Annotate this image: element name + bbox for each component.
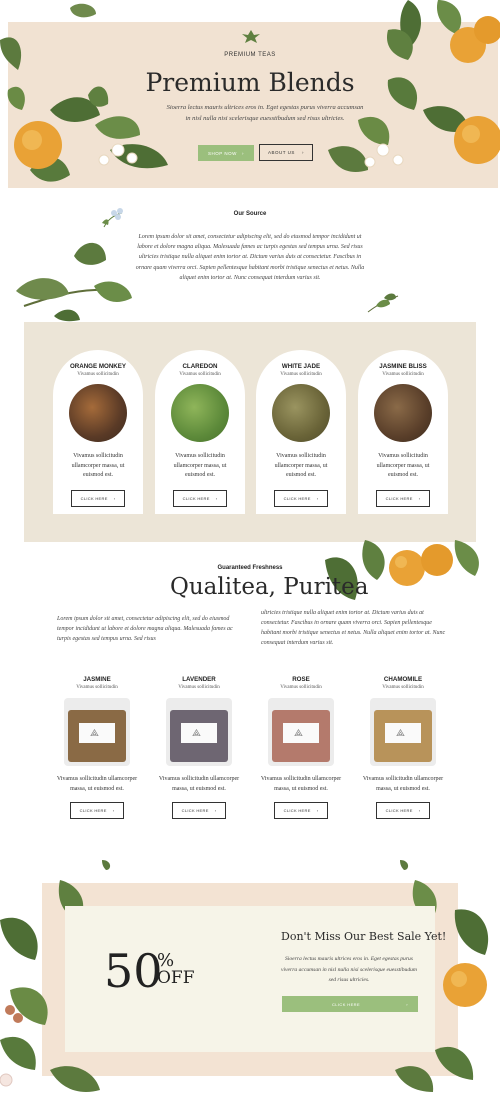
- arrow-right-icon: ›: [418, 495, 421, 501]
- product-click-here-label: CLICK HERE: [385, 808, 413, 813]
- product-click-here-label: CLICK HERE: [283, 808, 311, 813]
- arrow-right-icon: ›: [242, 150, 244, 156]
- tea-card: WHITE JADE Vivamus sollicitudin Vivamus …: [256, 350, 346, 514]
- shop-now-button[interactable]: SHOP NOW ›: [198, 145, 254, 161]
- small-flower-illustration: [102, 208, 123, 228]
- tea-click-here-label: CLICK HERE: [283, 495, 311, 501]
- product-card: ROSE Vivamus sollicitudin ⟁ Vivamus soll…: [256, 676, 346, 819]
- product-click-here-button[interactable]: CLICK HERE ›: [376, 802, 430, 819]
- arrow-right-icon: ›: [214, 808, 217, 813]
- product-card: JASMINE Vivamus sollicitudin ⟁ Vivamus s…: [52, 676, 142, 819]
- product-card: LAVENDER Vivamus sollicitudin ⟁ Vivamus …: [154, 676, 244, 819]
- arrow-right-icon: ›: [406, 1001, 408, 1007]
- sale-title: Don't Miss Our Best Sale Yet!: [281, 930, 447, 943]
- source-text: Lorem ipsum dolor sit amet, consectetur …: [135, 234, 365, 281]
- tea-image: [272, 384, 330, 442]
- shop-now-label: SHOP NOW: [208, 150, 237, 156]
- tea-subtitle: Vivamus sollicitudin: [382, 372, 424, 377]
- product-name: JASMINE: [83, 676, 111, 683]
- tea-bag-image: ⟁: [268, 698, 334, 766]
- tea-bag-image: ⟁: [64, 698, 130, 766]
- product-subtitle: Vivamus sollicitudin: [178, 685, 220, 690]
- arrow-right-icon: ›: [316, 808, 319, 813]
- about-us-label: ABOUT US: [268, 150, 295, 155]
- tea-image: [69, 384, 127, 442]
- product-subtitle: Vivamus sollicitudin: [76, 685, 118, 690]
- tea-subtitle: Vivamus sollicitudin: [179, 372, 221, 377]
- tea-card: JASMINE BLISS Vivamus sollicitudin Vivam…: [358, 350, 448, 514]
- tea-description: Vivamus sollicitudin ullamcorper massa, …: [376, 453, 430, 478]
- tea-click-here-button[interactable]: CLICK HERE ›: [376, 489, 430, 507]
- leaf-top-left-illustration: [102, 860, 111, 870]
- tea-click-here-button[interactable]: CLICK HERE ›: [71, 489, 125, 507]
- tea-description: Vivamus sollicitudin ullamcorper massa, …: [71, 453, 125, 478]
- tea-bag-image: ⟁: [166, 698, 232, 766]
- product-name: LAVENDER: [182, 676, 216, 683]
- product-description: Vivamus sollicitudin ullamcorper massa, …: [260, 776, 342, 792]
- quality-right-text: ultricies tristique nulla aliquet enim t…: [261, 610, 446, 646]
- product-name: ROSE: [292, 676, 310, 683]
- arrow-right-icon: ›: [316, 495, 319, 501]
- product-subtitle: Vivamus sollicitudin: [280, 685, 322, 690]
- quality-eyebrow: Guaranteed Freshness: [217, 565, 283, 571]
- tea-click-here-label: CLICK HERE: [80, 495, 108, 501]
- tea-image: [171, 384, 229, 442]
- product-click-here-button[interactable]: CLICK HERE ›: [70, 802, 124, 819]
- product-card: CHAMOMILE Vivamus sollicitudin ⟁ Vivamus…: [358, 676, 448, 819]
- tea-click-here-label: CLICK HERE: [385, 495, 413, 501]
- tea-name: JASMINE BLISS: [379, 363, 427, 370]
- tea-click-here-button[interactable]: CLICK HERE ›: [173, 489, 227, 507]
- arrow-right-icon: ›: [302, 150, 304, 155]
- tea-subtitle: Vivamus sollicitudin: [280, 372, 322, 377]
- product-subtitle: Vivamus sollicitudin: [382, 685, 424, 690]
- tea-description: Vivamus sollicitudin ullamcorper massa, …: [173, 453, 227, 478]
- hero-title: Premium Blends: [145, 68, 355, 97]
- source-title: Our Source: [233, 211, 267, 217]
- arrow-right-icon: ›: [418, 808, 421, 813]
- tea-description: Vivamus sollicitudin ullamcorper massa, …: [274, 453, 328, 478]
- sale-click-here-label: CLICK HERE: [332, 1001, 361, 1007]
- product-name: CHAMOMILE: [383, 676, 423, 683]
- tea-name: ORANGE MONKEY: [69, 363, 127, 370]
- quality-title: Qualitea, Puritea: [170, 574, 369, 600]
- arrow-right-icon: ›: [113, 495, 116, 501]
- sale-click-here-button[interactable]: CLICK HERE ›: [282, 996, 418, 1012]
- product-description: Vivamus sollicitudin ullamcorper massa, …: [158, 776, 240, 792]
- tea-image: [374, 384, 432, 442]
- product-click-here-button[interactable]: CLICK HERE ›: [274, 802, 328, 819]
- product-click-here-label: CLICK HERE: [79, 808, 107, 813]
- sale-percentage-number: 50: [104, 944, 163, 998]
- branch-leaves-illustration: [16, 242, 132, 322]
- product-description: Vivamus sollicitudin ullamcorper massa, …: [362, 776, 444, 792]
- tea-name: CLAREDON: [182, 363, 218, 370]
- leaf-sprig-illustration: [367, 293, 399, 313]
- hero-eyebrow: PREMIUM TEAS: [224, 52, 276, 58]
- tea-click-here-label: CLICK HERE: [182, 495, 210, 501]
- tea-bag-image: ⟁: [370, 698, 436, 766]
- arrow-right-icon: ›: [112, 808, 115, 813]
- quality-left-text: Lorem ipsum dolor sit amet, consectetur …: [57, 616, 233, 642]
- about-us-button[interactable]: ABOUT US ›: [259, 144, 313, 161]
- tea-click-here-button[interactable]: CLICK HERE ›: [274, 489, 328, 507]
- sale-off-label: OFF: [157, 968, 195, 988]
- product-click-here-button[interactable]: CLICK HERE ›: [172, 802, 226, 819]
- tea-subtitle: Vivamus sollicitudin: [77, 372, 119, 377]
- arrow-right-icon: ›: [215, 495, 218, 501]
- leaf-top-right-illustration: [400, 860, 409, 870]
- sale-text: Sioerra lectus mauris ultrices eros in. …: [281, 956, 417, 983]
- tea-card: ORANGE MONKEY Vivamus sollicitudin Vivam…: [53, 350, 143, 514]
- hero-text: Sioerra lectus mauris ultrices eros in. …: [166, 104, 364, 122]
- tea-name: WHITE JADE: [281, 363, 321, 370]
- product-description: Vivamus sollicitudin ullamcorper massa, …: [56, 776, 138, 792]
- tea-card: CLAREDON Vivamus sollicitudin Vivamus so…: [155, 350, 245, 514]
- product-click-here-label: CLICK HERE: [181, 808, 209, 813]
- leaf-icon: [242, 30, 260, 43]
